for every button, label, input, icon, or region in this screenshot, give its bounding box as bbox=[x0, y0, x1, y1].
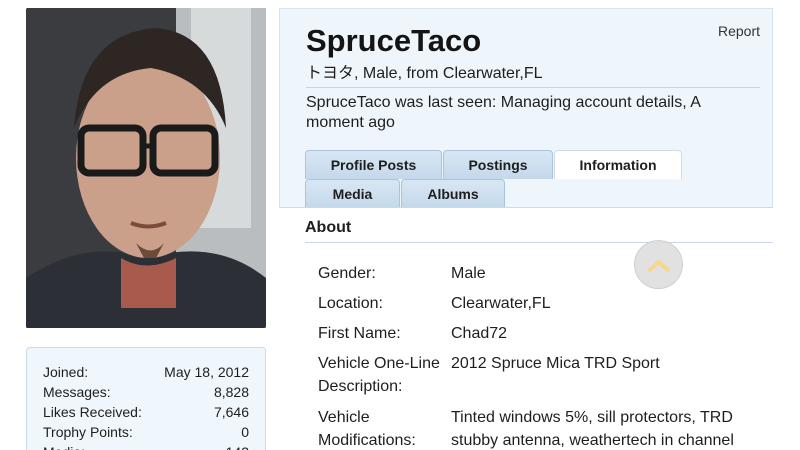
info-label-first-name: First Name: bbox=[318, 325, 401, 342]
stat-row-trophy[interactable]: Trophy Points: 0 bbox=[43, 422, 249, 442]
stat-value[interactable]: 8,828 bbox=[214, 382, 249, 402]
stat-row-media[interactable]: Media: 143 bbox=[43, 442, 249, 450]
last-seen-text: SpruceTaco was last seen: Managing accou… bbox=[306, 94, 701, 131]
stat-label: Likes Received: bbox=[43, 404, 142, 420]
stat-value: 7,646 bbox=[213, 404, 249, 420]
chevron-up-icon bbox=[647, 259, 670, 272]
report-link[interactable]: Report bbox=[718, 23, 760, 39]
info-value-first-name: Chad72 bbox=[451, 325, 508, 342]
user-subtitle: トヨタ, Male, from Clearwater,FL bbox=[306, 65, 543, 82]
avatar-photo bbox=[26, 8, 266, 328]
stat-row-messages[interactable]: Messages: 8,828 bbox=[43, 382, 249, 402]
username-title: SpruceTaco bbox=[306, 23, 482, 58]
stat-value: May 18, 2012 bbox=[164, 364, 249, 380]
stat-label: Trophy Points: bbox=[43, 424, 133, 440]
stat-value[interactable]: 143 bbox=[226, 442, 249, 450]
stat-value[interactable]: 0 bbox=[241, 422, 249, 442]
info-label-location: Location: bbox=[318, 295, 383, 312]
tab-information[interactable]: Information bbox=[554, 150, 682, 179]
scroll-to-top-button[interactable] bbox=[634, 240, 683, 289]
member-stats: Joined: May 18, 2012 Messages: 8,828 Lik… bbox=[26, 347, 266, 450]
info-value-vehicle-description: 2012 Spruce Mica TRD Sport bbox=[451, 355, 660, 372]
tab-profile-posts[interactable]: Profile Posts bbox=[305, 150, 442, 179]
header-divider bbox=[306, 87, 760, 88]
tab-media[interactable]: Media bbox=[305, 179, 400, 208]
about-divider bbox=[305, 242, 773, 243]
about-heading: About bbox=[305, 219, 352, 236]
tab-postings[interactable]: Postings bbox=[443, 150, 553, 179]
info-label-vehicle-modifications: Vehicle Modifications: bbox=[318, 409, 416, 449]
tab-albums[interactable]: Albums bbox=[401, 179, 505, 208]
info-label-gender: Gender: bbox=[318, 265, 376, 282]
tabs-baseline bbox=[279, 207, 773, 208]
profile-avatar[interactable] bbox=[26, 8, 266, 328]
stat-row-joined: Joined: May 18, 2012 bbox=[43, 362, 249, 382]
stat-label: Joined: bbox=[43, 364, 89, 380]
stat-label: Media: bbox=[43, 442, 85, 450]
stat-row-likes: Likes Received: 7,646 bbox=[43, 402, 249, 422]
info-value-vehicle-modifications: Tinted windows 5%, sill protectors, TRD … bbox=[451, 409, 734, 449]
info-value-gender: Male bbox=[451, 265, 486, 282]
info-value-location[interactable]: Clearwater,FL bbox=[451, 292, 761, 315]
stat-label: Messages: bbox=[43, 384, 111, 400]
info-label-vehicle-description: Vehicle One-Line Description: bbox=[318, 355, 440, 395]
